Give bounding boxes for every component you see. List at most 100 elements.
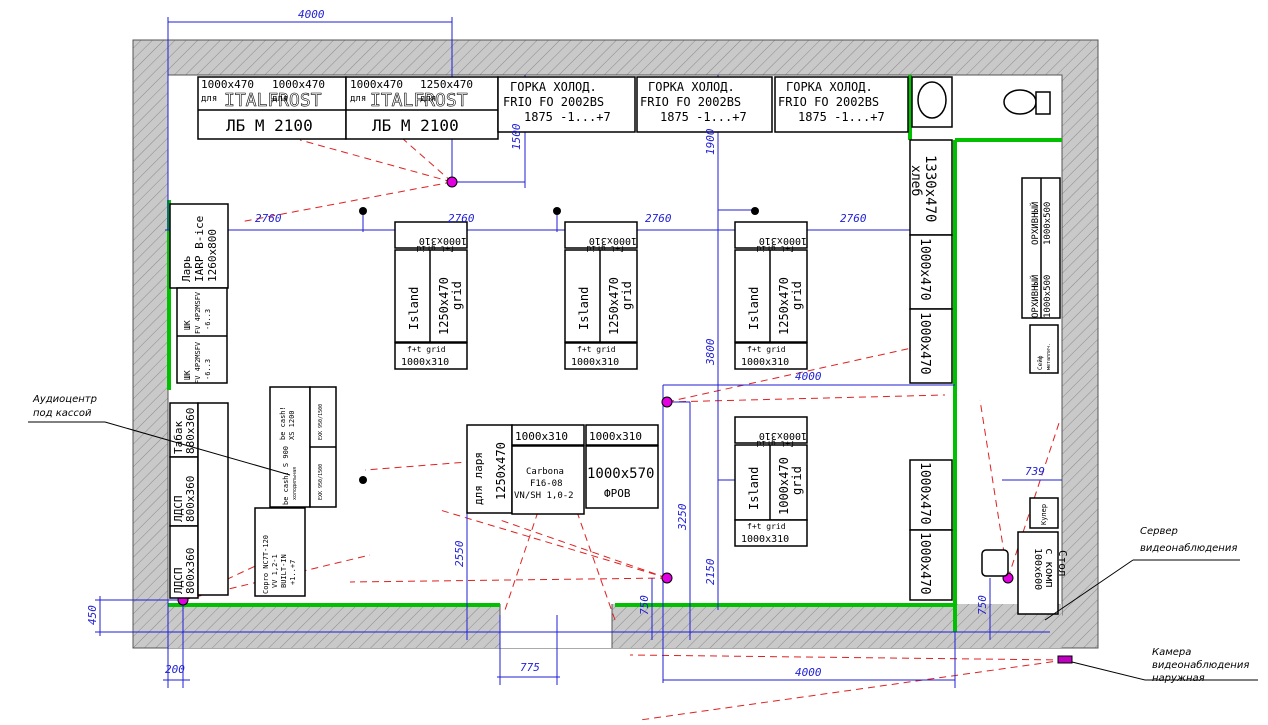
island-top-grid: f+t grid <box>416 244 455 253</box>
svg-text:ГОРКА ХОЛОД.: ГОРКА ХОЛОД. <box>786 80 873 94</box>
svg-text:для ларя: для ларя <box>472 452 485 505</box>
speaker-dot <box>553 207 561 215</box>
svg-text:IARP B-ice: IARP B-ice <box>193 216 206 282</box>
svg-text:1000x310: 1000x310 <box>515 430 568 443</box>
dim-4000-mid: 4000 <box>795 370 822 383</box>
svg-text:Кулер: Кулер <box>1040 504 1048 525</box>
svg-text:FV 4P2MSFV: FV 4P2MSFV <box>194 291 202 334</box>
svg-text:FV 4P2MSFV: FV 4P2MSFV <box>194 341 202 384</box>
sink-icon <box>917 81 947 119</box>
svg-text:ITALFROST: ITALFROST <box>370 90 468 111</box>
svg-text:FRIO FO 2002BS: FRIO FO 2002BS <box>640 95 741 109</box>
island-bot: 1000x310 <box>401 357 449 368</box>
island-right: 1250x470 <box>437 277 451 335</box>
svg-text:BUILT-IN: BUILT-IN <box>280 554 288 588</box>
svg-text:1000x310: 1000x310 <box>741 357 789 368</box>
dim-2760: 2760 <box>645 212 672 225</box>
svg-text:холодильная: холодильная <box>292 467 298 500</box>
svg-text:ITALFROST: ITALFROST <box>224 90 322 111</box>
dim-450: 450 <box>86 605 99 625</box>
svg-text:Copro NC7T-120: Copro NC7T-120 <box>262 535 270 594</box>
server-label: Сервер <box>1140 526 1178 537</box>
svg-text:1330x470: 1330x470 <box>922 155 938 222</box>
svg-text:для: для <box>201 94 217 104</box>
svg-text:grid: grid <box>620 281 634 310</box>
svg-text:Сейф: Сейф <box>1037 355 1044 370</box>
svg-text:1000x470: 1000x470 <box>917 238 932 301</box>
svg-text:be cash!: be cash! <box>279 406 287 440</box>
svg-text:1000x310: 1000x310 <box>741 534 789 545</box>
svg-text:ОРХИВНЫЙ: ОРХИВНЫЙ <box>1029 202 1041 245</box>
dim-200: 200 <box>165 663 185 676</box>
svg-text:1000x500: 1000x500 <box>1043 275 1053 318</box>
speaker-dot <box>359 476 367 484</box>
svg-text:XS 1200: XS 1200 <box>288 410 296 440</box>
camera-label: наружная <box>1152 673 1205 684</box>
audio-label: Аудиоцентр <box>32 394 97 405</box>
svg-text:FRIO FO 2002BS: FRIO FO 2002BS <box>503 95 604 109</box>
svg-text:1875 -1...+7: 1875 -1...+7 <box>798 110 885 124</box>
svg-text:ФРОВ: ФРОВ <box>604 487 631 500</box>
dim-750: 750 <box>976 595 989 615</box>
svg-text:1250x470: 1250x470 <box>494 442 508 500</box>
audio-label: под кассой <box>33 408 92 419</box>
svg-text:с комп: с комп <box>1043 548 1056 588</box>
dim-4000-bottom: 4000 <box>795 666 822 679</box>
server-label: видеонаблюдения <box>1140 542 1237 554</box>
svg-text:1000x470: 1000x470 <box>777 457 791 515</box>
svg-text:+1..+7: +1..+7 <box>289 560 297 585</box>
svg-text:1250x470: 1250x470 <box>777 277 791 335</box>
svg-text:be cash! S 900: be cash! S 900 <box>282 446 290 505</box>
svg-text:1000x470: 1000x470 <box>917 312 932 375</box>
svg-text:Island: Island <box>747 467 761 510</box>
svg-text:grid: grid <box>790 281 804 310</box>
dim-2760: 2760 <box>448 212 475 225</box>
svg-text:Carbona: Carbona <box>526 467 564 477</box>
island-bot-grid: f+t grid <box>407 345 446 354</box>
svg-text:ГОРКА ХОЛОД.: ГОРКА ХОЛОД. <box>648 80 735 94</box>
camera-icon <box>661 396 673 408</box>
svg-text:ГОРКА ХОЛОД.: ГОРКА ХОЛОД. <box>510 80 597 94</box>
camera-icon <box>446 176 458 188</box>
dim-1900: 1900 <box>704 128 717 155</box>
svg-text:1000x310: 1000x310 <box>589 430 642 443</box>
svg-text:1260x800: 1260x800 <box>206 229 219 282</box>
chair-icon <box>981 549 1009 577</box>
camera-label: видеонаблюдения <box>1152 659 1249 671</box>
dim-3250: 3250 <box>676 503 689 531</box>
floor-plan: 4000 2760 2760 2760 2760 1500 1900 3800 … <box>28 8 1258 721</box>
svg-text:f+t grid: f+t grid <box>577 345 616 354</box>
top-wall-equipment <box>197 76 1051 140</box>
svg-text:ЕХК 950/1500: ЕХК 950/1500 <box>318 404 324 440</box>
svg-text:ЛБ М 2100: ЛБ М 2100 <box>226 116 313 135</box>
dim-750: 750 <box>638 595 651 615</box>
dim-2760: 2760 <box>840 212 867 225</box>
svg-text:Ларь: Ларь <box>180 256 193 283</box>
svg-text:ШК: ШК <box>183 370 192 380</box>
svg-text:1875 -1...+7: 1875 -1...+7 <box>524 110 611 124</box>
svg-text:-6..3: -6..3 <box>204 309 212 330</box>
dim-2150: 2150 <box>704 558 717 585</box>
svg-text:ЛБ М 2100: ЛБ М 2100 <box>372 116 459 135</box>
dim-2760: 2760 <box>255 212 282 225</box>
dim-775: 775 <box>520 661 540 674</box>
svg-text:ЕХК 950/1500: ЕХК 950/1500 <box>318 464 324 500</box>
svg-text:f+t grid: f+t grid <box>747 345 786 354</box>
svg-text:1875 -1...+7: 1875 -1...+7 <box>660 110 747 124</box>
toilet-icon <box>1003 89 1037 115</box>
dim-2550: 2550 <box>453 540 466 567</box>
svg-text:f+t grid: f+t grid <box>586 244 625 253</box>
svg-text:f+t grid: f+t grid <box>756 439 795 448</box>
svg-text:для: для <box>350 94 366 104</box>
camera-label: Камера <box>1152 647 1191 658</box>
svg-text:1000x470: 1000x470 <box>917 462 932 525</box>
svg-text:ОРХИВНЫЙ: ОРХИВНЫЙ <box>1029 275 1041 318</box>
svg-text:-6..3: -6..3 <box>204 359 212 380</box>
speaker-dot <box>751 207 759 215</box>
svg-text:f+t grid: f+t grid <box>756 244 795 253</box>
camera-icon <box>661 572 673 584</box>
dim-4000-top: 4000 <box>298 8 325 21</box>
svg-text:880x360: 880x360 <box>184 408 197 454</box>
svg-text:f+t grid: f+t grid <box>747 522 786 531</box>
svg-text:Island: Island <box>577 287 591 330</box>
